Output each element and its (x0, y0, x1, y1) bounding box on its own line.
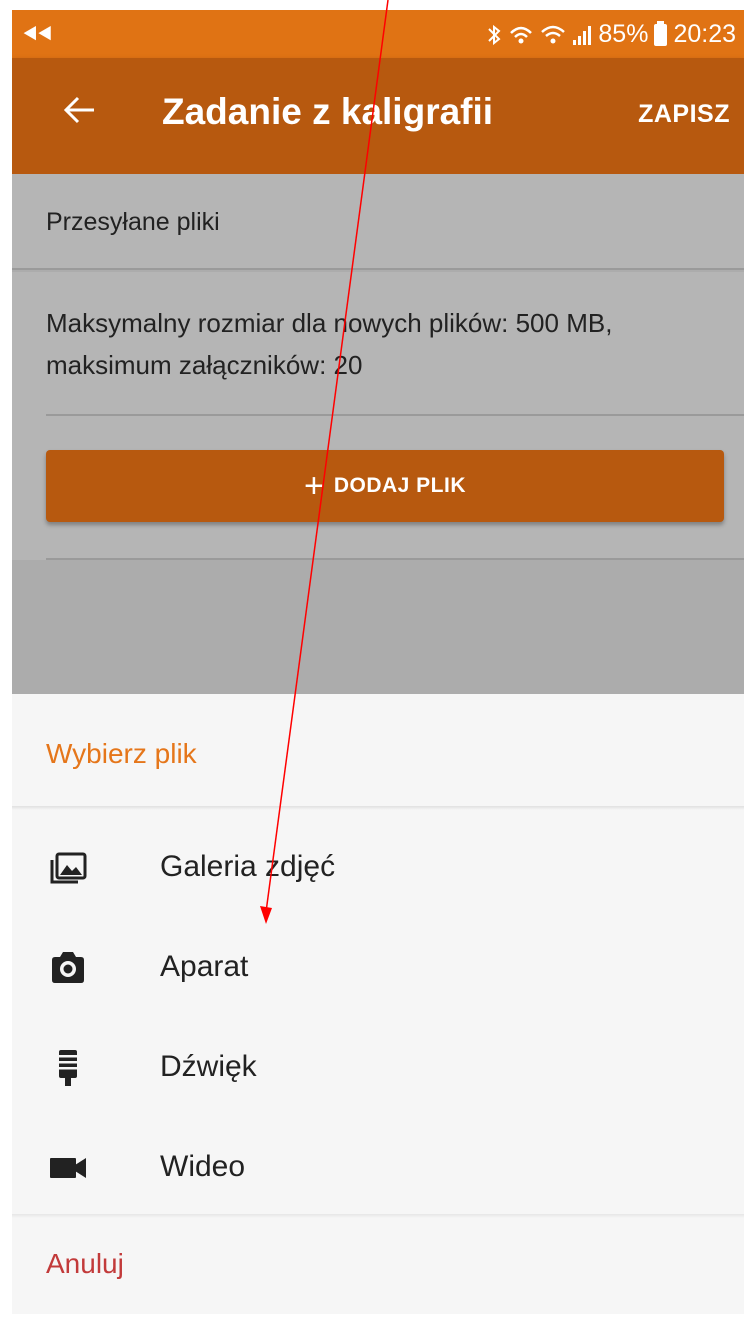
option-label: Wideo (160, 1150, 246, 1183)
option-video[interactable]: Wideo (12, 1118, 744, 1218)
plus-icon: + (303, 467, 324, 505)
microphone-icon (56, 1050, 80, 1086)
option-gallery[interactable]: Galeria zdjęć (12, 818, 744, 918)
file-picker-sheet: Wybierz plik Galeria zdjęć Aparat Dźwięk… (12, 694, 744, 1314)
wifi-icon (541, 25, 566, 43)
file-limits-text: Maksymalny rozmiar dla nowych plików: 50… (46, 308, 613, 380)
divider (12, 806, 744, 810)
option-label: Aparat (160, 950, 249, 983)
divider (12, 1214, 744, 1218)
save-button[interactable]: ZAPISZ (638, 100, 730, 129)
uploaded-files-label: Przesyłane pliki (46, 208, 220, 236)
cancel-button[interactable]: Anuluj (46, 1248, 124, 1280)
status-indicators: 85% 20:23 (486, 20, 736, 49)
divider (46, 414, 744, 416)
option-camera[interactable]: Aparat (12, 918, 744, 1018)
file-limits-section: Maksymalny rozmiar dla nowych plików: 50… (12, 272, 744, 414)
app-bar: Zadanie z kaligrafii ZAPISZ (12, 58, 744, 174)
sheet-title: Wybierz plik (46, 738, 197, 769)
notification-icons: ⯇⯇ (20, 19, 56, 49)
clock: 20:23 (673, 20, 736, 48)
page-title: Zadanie z kaligrafii (162, 91, 494, 132)
uploaded-files-section: Przesyłane pliki (12, 174, 744, 270)
back-arrow-icon[interactable] (60, 90, 100, 130)
signal-icon (573, 25, 592, 45)
divider (46, 558, 744, 560)
option-label: Galeria zdjęć (160, 850, 336, 883)
add-file-button[interactable]: + DODAJ PLIK (46, 450, 724, 522)
gallery-icon (50, 852, 87, 884)
option-label: Dźwięk (160, 1050, 257, 1083)
battery-percent: 85% (598, 20, 649, 48)
bluetooth-icon (488, 24, 501, 45)
add-file-label: DODAJ PLIK (333, 474, 467, 497)
wifi-call-icon (510, 26, 533, 43)
option-sound[interactable]: Dźwięk (12, 1018, 744, 1118)
battery-icon (654, 20, 668, 46)
status-bar: ⯇⯇ 85% 20:23 (12, 10, 744, 58)
video-icon (50, 1158, 86, 1178)
app-screen: ⯇⯇ 85% 20:23 Zadanie z kaligrafii ZAPISZ… (12, 10, 744, 1314)
camera-icon (52, 952, 84, 983)
